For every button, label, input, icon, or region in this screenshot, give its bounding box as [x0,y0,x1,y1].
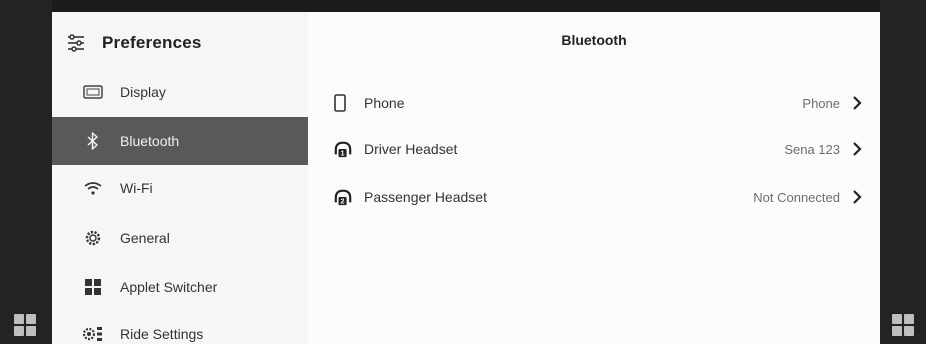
bt-row-passenger-headset[interactable]: 2 Passenger Headset Not Connected [334,184,864,210]
sidebar-item-bluetooth[interactable]: Bluetooth [52,117,308,165]
bt-row-label: Passenger Headset [364,189,487,205]
top-frame [0,0,926,12]
bt-row-value: Sena 123 [784,141,840,157]
bt-row-phone[interactable]: Phone Phone [334,90,864,116]
sidebar-item-applet-switcher[interactable]: Applet Switcher [52,263,308,311]
bt-row-driver-headset[interactable]: 1 Driver Headset Sena 123 [334,136,864,162]
headset-1-icon: 1 [334,138,352,160]
right-frame [880,0,926,344]
headset-2-icon: 2 [334,186,352,208]
display-icon [82,82,104,102]
app-grid-button-left[interactable] [14,314,36,336]
svg-text:2: 2 [341,197,345,206]
ride-settings-icon [82,324,104,344]
chevron-right-icon [853,190,862,204]
bt-row-label: Phone [364,95,405,111]
app-grid-button-right[interactable] [892,314,914,336]
sidebar-item-label: Ride Settings [120,326,204,342]
phone-icon [334,92,352,114]
bt-row-value: Phone [802,95,840,111]
sidebar-item-general[interactable]: General [52,214,308,262]
wifi-icon [82,178,104,198]
left-frame [0,0,52,344]
sidebar-item-label: Bluetooth [120,133,180,149]
page-title: Preferences [102,33,202,52]
bt-row-value: Not Connected [753,189,840,205]
sidebar-item-label: Wi-Fi [120,180,153,196]
gear-icon [82,228,104,248]
sidebar-item-label: General [120,230,170,246]
preferences-panel: Preferences Display Bluetooth Wi-Fi Gene… [52,12,880,344]
sidebar-item-ride-settings[interactable]: Ride Settings [52,310,308,344]
sidebar-item-display[interactable]: Display [52,68,308,116]
sliders-icon [68,34,84,52]
chevron-right-icon [853,142,862,156]
sidebar-item-label: Display [120,84,166,100]
applet-grid-icon [82,277,104,297]
bluetooth-icon [82,131,104,151]
sidebar-item-wifi[interactable]: Wi-Fi [52,164,308,212]
section-title: Bluetooth [561,32,627,48]
svg-text:1: 1 [341,149,345,158]
sidebar-item-label: Applet Switcher [120,279,218,295]
sidebar: Preferences Display Bluetooth Wi-Fi Gene… [52,12,308,344]
bt-row-label: Driver Headset [364,141,458,157]
chevron-right-icon [853,96,862,110]
sidebar-header: Preferences [66,30,202,56]
